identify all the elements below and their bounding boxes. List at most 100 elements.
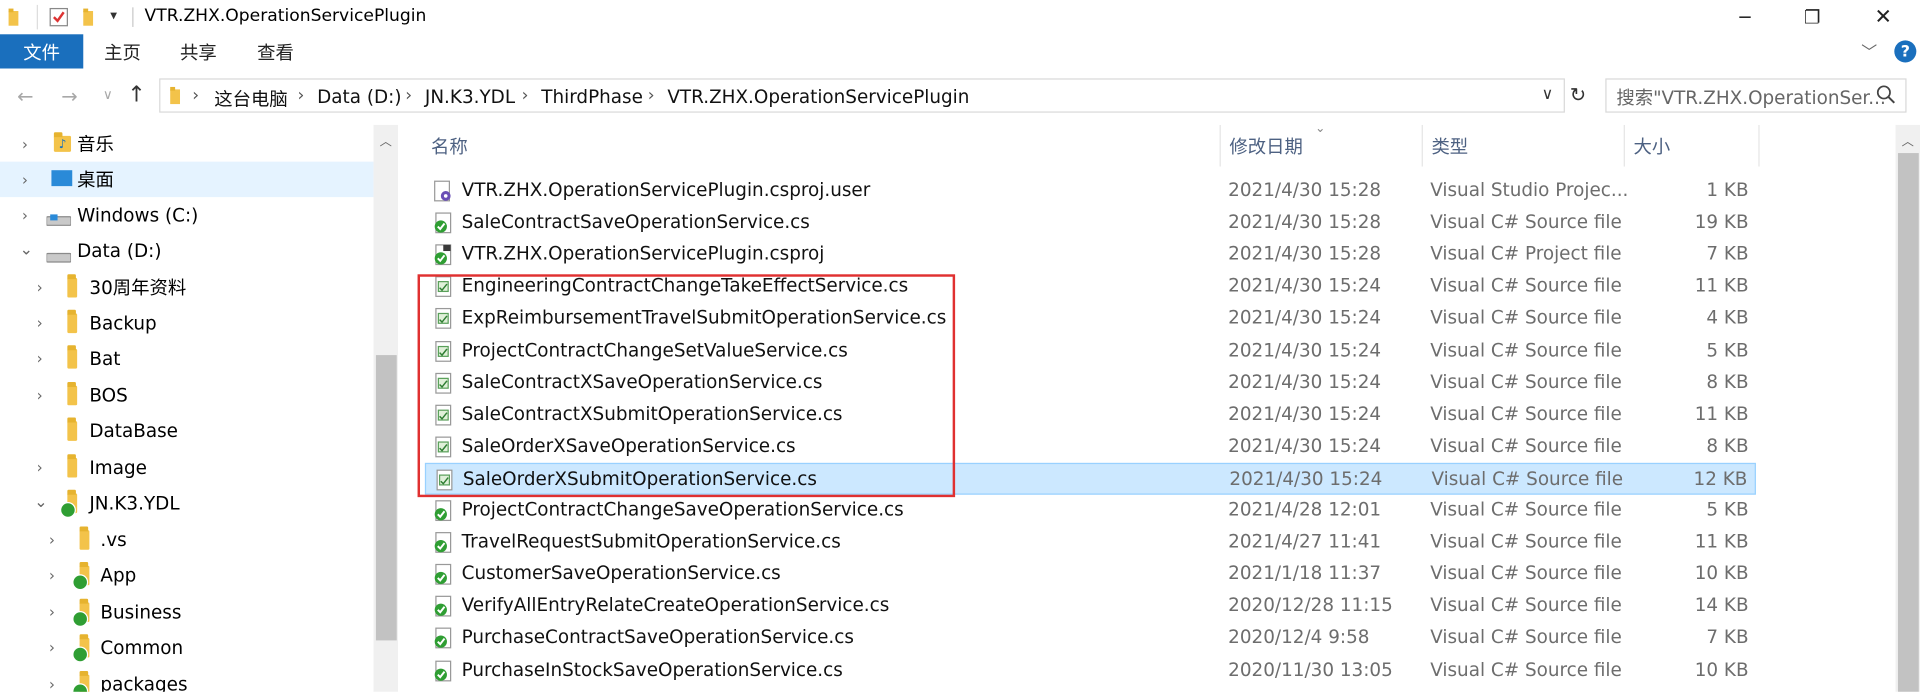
file-row[interactable]: CustomerSaveOperationService.cs 2021/1/18…: [425, 559, 1756, 591]
file-row[interactable]: ProjectContractChangeSetValueService.cs 2…: [425, 335, 1756, 367]
tree-item-packages[interactable]: › packages: [0, 666, 373, 692]
file-name: SaleContractSaveOperationService.cs: [461, 210, 810, 233]
tab-file[interactable]: 文件: [0, 34, 84, 69]
file-date: 2020/12/28 11:15: [1228, 594, 1393, 617]
file-row[interactable]: PurchaseInStockSaveOperationService.cs 20…: [425, 654, 1756, 686]
tab-view[interactable]: 查看: [257, 34, 294, 68]
chevron-right-icon[interactable]: ›: [49, 531, 55, 548]
file-row[interactable]: PurchaseContractSaveOperationService.cs 2…: [425, 623, 1756, 655]
recent-locations-icon[interactable]: ∨: [103, 87, 113, 103]
tree-item-business[interactable]: › Business: [0, 594, 373, 630]
tab-share[interactable]: 共享: [180, 34, 217, 68]
cs-file-icon: [433, 436, 453, 458]
chevron-right-icon[interactable]: ›: [37, 279, 43, 296]
chevron-right-icon[interactable]: ›: [37, 459, 43, 476]
expand-ribbon-icon[interactable]: ﹀: [1861, 39, 1877, 62]
window-title: VTR.ZHX.OperationServicePlugin: [144, 6, 427, 26]
scroll-up-icon[interactable]: ︿: [380, 131, 392, 149]
tree-item-common[interactable]: › Common: [0, 629, 373, 665]
file-row[interactable]: SaleContractSaveOperationService.cs 2021/…: [425, 207, 1756, 239]
file-size: 10 KB: [1694, 658, 1749, 681]
chevron-right-icon[interactable]: ›: [37, 386, 43, 403]
cs-committed-icon: [433, 500, 453, 522]
tree-item-music[interactable]: › ♪ 音乐: [0, 126, 373, 162]
chevron-right-icon[interactable]: ›: [37, 314, 43, 331]
forward-arrow-icon[interactable]: →: [61, 84, 77, 107]
file-date: 2021/4/30 15:24: [1228, 370, 1382, 393]
scroll-up-icon[interactable]: ︿: [1902, 131, 1914, 149]
file-row[interactable]: VerifyAllEntryRelateCreateOperationServi…: [425, 591, 1756, 623]
tree-item-label: 音乐: [77, 133, 114, 156]
tree-item-image[interactable]: › Image: [0, 449, 373, 485]
tree-item-backup[interactable]: › Backup: [0, 305, 373, 341]
search-icon[interactable]: [1876, 84, 1896, 108]
tree-item-database[interactable]: DataBase: [0, 413, 373, 449]
chevron-right-icon[interactable]: ›: [49, 675, 55, 692]
tree-item-desktop[interactable]: › 桌面: [0, 161, 374, 198]
breadcrumb-jn-k3-ydl[interactable]: JN.K3.YDL: [425, 86, 515, 108]
up-arrow-icon[interactable]: ↑: [127, 82, 145, 108]
chevron-right-icon[interactable]: ›: [49, 639, 55, 656]
close-button[interactable]: ✕: [1855, 0, 1911, 34]
refresh-icon[interactable]: ↻: [1570, 83, 1586, 106]
tree-item-30th[interactable]: › 30周年资料: [0, 269, 373, 305]
column-header-size[interactable]: 大小: [1624, 125, 1759, 167]
restore-button[interactable]: ❐: [1784, 0, 1840, 34]
chevron-right-icon[interactable]: ›: [22, 206, 28, 223]
file-row[interactable]: TravelRequestSubmitOperationService.cs 20…: [425, 527, 1756, 559]
file-name: ProjectContractChangeSaveOperationServic…: [461, 498, 904, 521]
file-type: Visual C# Source file: [1430, 210, 1622, 233]
tree-item-bat[interactable]: › Bat: [0, 340, 373, 376]
column-header-name[interactable]: 名称: [421, 125, 1219, 167]
tree-item-windows-c[interactable]: › Windows (C:): [0, 197, 373, 233]
chevron-right-icon[interactable]: ›: [22, 171, 28, 188]
breadcrumb-data-d[interactable]: Data (D:): [317, 86, 401, 108]
breadcrumb-separator: ›: [647, 85, 655, 106]
new-folder-icon[interactable]: [81, 7, 101, 27]
chevron-right-icon[interactable]: ›: [49, 603, 55, 620]
file-row[interactable]: ExpReimbursementTravelSubmitOperationSer…: [425, 303, 1756, 335]
cs-committed-icon: [433, 532, 453, 554]
chevron-down-icon[interactable]: ⌄: [34, 493, 47, 511]
tree-item-label: DataBase: [89, 419, 178, 442]
tree-item-data-d[interactable]: ⌄ Data (D:): [0, 233, 373, 269]
file-row[interactable]: VTR.ZHX.OperationServicePlugin.csproj.us…: [425, 175, 1756, 207]
folder-icon: [67, 309, 78, 334]
address-dropdown-icon[interactable]: ∨: [1542, 86, 1554, 104]
chevron-right-icon[interactable]: ›: [22, 135, 28, 152]
list-scrollbar-thumb[interactable]: [1897, 153, 1919, 692]
minimize-button[interactable]: ─: [1717, 0, 1773, 34]
chevron-right-icon[interactable]: ›: [49, 566, 55, 583]
file-row[interactable]: ProjectContractChangeSaveOperationServic…: [425, 495, 1756, 527]
tree-item-vs[interactable]: › .vs: [0, 522, 373, 558]
chevron-right-icon[interactable]: ›: [37, 350, 43, 367]
breadcrumb-this-pc[interactable]: 这台电脑: [214, 86, 287, 112]
tree-item-bos[interactable]: › BOS: [0, 377, 373, 413]
breadcrumb-thirdphase[interactable]: ThirdPhase: [541, 86, 643, 108]
address-bar[interactable]: › 这台电脑 › Data (D:) › JN.K3.YDL › ThirdPh…: [159, 78, 1565, 113]
tree-scrollbar-thumb[interactable]: [375, 355, 397, 641]
file-row[interactable]: SaleContractXSaveOperationService.cs 2021…: [425, 367, 1756, 399]
file-row[interactable]: SaleContractXSubmitOperationService.cs 20…: [425, 399, 1756, 431]
file-row[interactable]: SaleOrderXSaveOperationService.cs 2021/4/…: [425, 431, 1756, 463]
file-name: VerifyAllEntryRelateCreateOperationServi…: [461, 594, 890, 617]
tree-item-jn-k3-ydl[interactable]: ⌄ JN.K3.YDL: [0, 485, 373, 521]
tab-home[interactable]: 主页: [104, 34, 141, 68]
breadcrumb-current-folder[interactable]: VTR.ZHX.OperationServicePlugin: [667, 86, 969, 108]
chevron-down-icon[interactable]: ⌄: [20, 241, 33, 259]
properties-icon[interactable]: [49, 7, 69, 27]
column-header-type[interactable]: 类型: [1422, 125, 1624, 167]
file-type: Visual C# Source file: [1430, 658, 1622, 681]
back-arrow-icon[interactable]: ←: [17, 84, 33, 107]
customize-toolbar-icon[interactable]: ▾: [110, 7, 117, 23]
file-row[interactable]: SaleOrderXSubmitOperationService.cs 2021/…: [424, 462, 1756, 495]
file-row[interactable]: VTR.ZHX.OperationServicePlugin.csproj 202…: [425, 239, 1756, 271]
breadcrumb-separator: ›: [521, 85, 529, 106]
vs-badge-icon: [72, 683, 89, 692]
file-row[interactable]: EngineeringContractChangeTakeEffectServi…: [425, 271, 1756, 303]
search-input[interactable]: 搜索"VTR.ZHX.OperationSer...: [1605, 78, 1907, 113]
help-icon[interactable]: ?: [1894, 40, 1917, 63]
file-date: 2021/4/30 15:24: [1228, 306, 1382, 329]
column-divider[interactable]: [1758, 124, 1760, 167]
tree-item-app[interactable]: › App: [0, 557, 373, 593]
